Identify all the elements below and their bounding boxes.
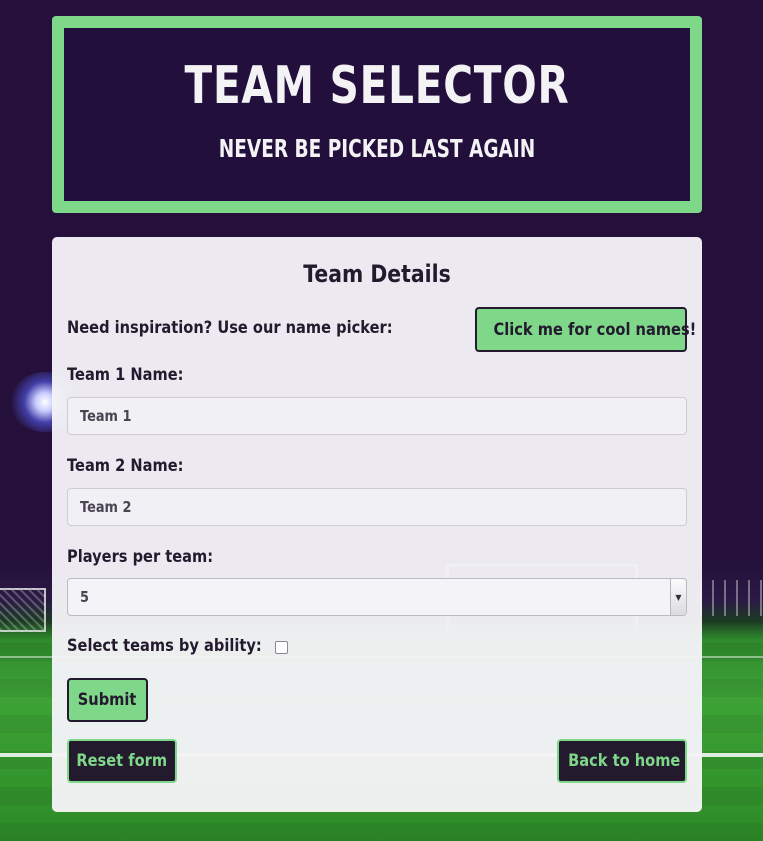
reset-form-button[interactable]: Reset form: [67, 739, 177, 783]
players-select-value: 5: [80, 588, 89, 606]
name-picker-label: Need inspiration? Use our name picker:: [67, 318, 393, 338]
hero-banner-inner: TEAM SELECTOR NEVER BE PICKED LAST AGAIN: [64, 28, 690, 201]
fence: [700, 580, 763, 616]
team1-input-value: Team 1: [80, 407, 132, 425]
reset-form-button-label: Reset form: [76, 751, 168, 771]
cool-names-button[interactable]: Click me for cool names!: [475, 307, 696, 352]
team2-input[interactable]: Team 2: [67, 488, 687, 526]
players-select[interactable]: 5 ▼: [67, 578, 687, 616]
team2-input-value: Team 2: [80, 498, 132, 516]
form-title: Team Details: [303, 260, 451, 288]
ability-checkbox[interactable]: [275, 641, 289, 654]
team-details-form: Team Details Need inspiration? Use our n…: [52, 237, 702, 812]
team2-label: Team 2 Name:: [67, 456, 184, 476]
ability-row: Select teams by ability:: [67, 636, 289, 656]
cool-names-button-label: Click me for cool names!: [493, 319, 697, 340]
name-picker-row: Need inspiration? Use our name picker: C…: [67, 307, 696, 353]
team1-input[interactable]: Team 1: [67, 397, 687, 435]
back-to-home-button-label: Back to home: [568, 751, 681, 771]
chevron-down-icon[interactable]: ▼: [670, 579, 686, 615]
back-to-home-button[interactable]: Back to home: [557, 739, 687, 783]
site-title: TEAM SELECTOR: [184, 56, 570, 116]
hero-banner: TEAM SELECTOR NEVER BE PICKED LAST AGAIN: [52, 16, 702, 213]
ability-label: Select teams by ability:: [67, 636, 262, 656]
team1-label: Team 1 Name:: [67, 365, 184, 385]
submit-button-label: Submit: [78, 690, 137, 710]
submit-button[interactable]: Submit: [67, 678, 148, 722]
players-label: Players per team:: [67, 547, 214, 567]
site-subtitle: NEVER BE PICKED LAST AGAIN: [218, 134, 536, 163]
